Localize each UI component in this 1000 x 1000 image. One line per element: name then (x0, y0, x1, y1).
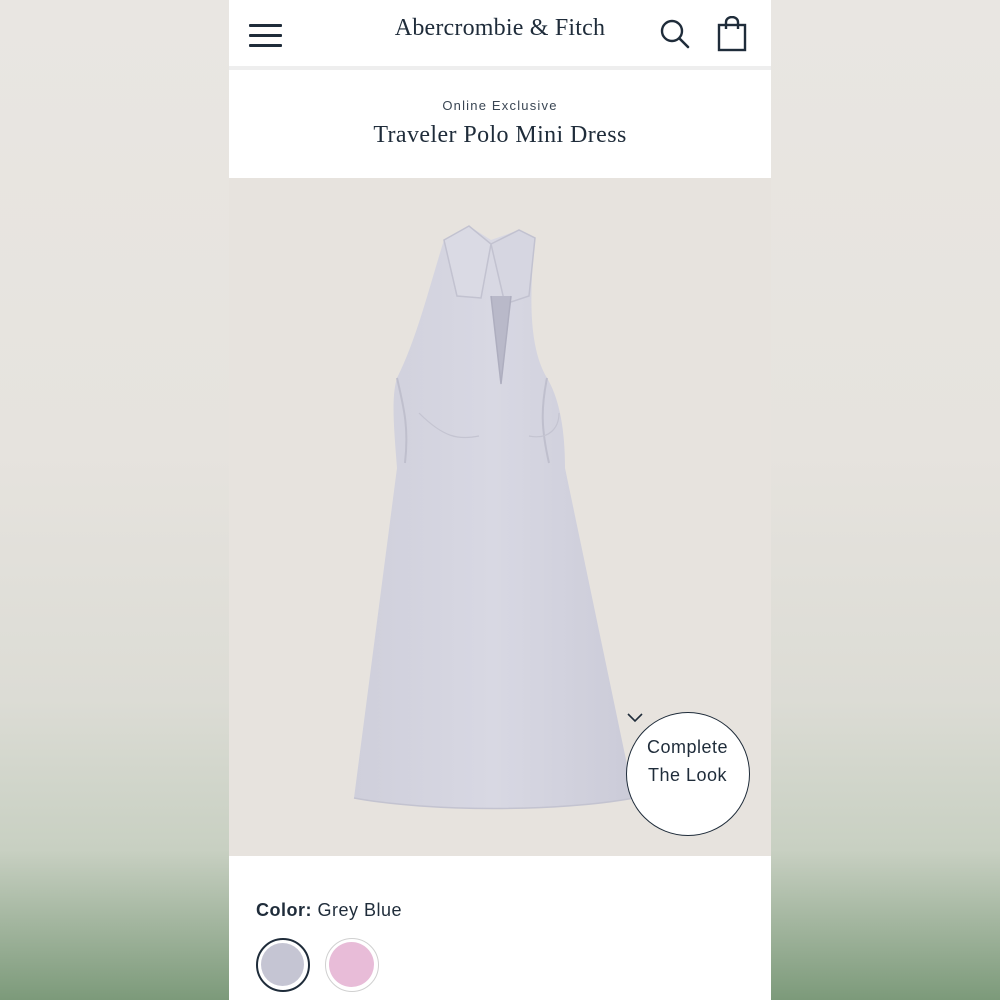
online-exclusive-badge: Online Exclusive (442, 98, 558, 113)
color-label: Color: (256, 900, 312, 920)
product-header: Online Exclusive Traveler Polo Mini Dres… (229, 70, 771, 178)
color-swatch-grey-blue[interactable] (256, 938, 310, 992)
product-title: Traveler Polo Mini Dress (373, 122, 627, 148)
color-selection-label: Color: Grey Blue (256, 900, 402, 921)
chevron-down-icon (627, 713, 643, 723)
complete-the-look-label-line1: Complete (646, 737, 729, 757)
color-swatch-pink[interactable] (325, 938, 379, 992)
selected-color-name: Grey Blue (317, 900, 403, 920)
product-image[interactable]: Complete The Look (229, 178, 771, 856)
complete-the-look-button[interactable]: Complete The Look (626, 712, 750, 836)
shopping-bag-icon[interactable] (717, 16, 747, 52)
complete-the-look-label-line2: The Look (647, 765, 728, 785)
product-page: Abercrombie & Fitch Online Exclusive Tra… (229, 0, 771, 1000)
search-icon[interactable] (659, 18, 691, 50)
top-navigation-bar: Abercrombie & Fitch (229, 0, 771, 70)
